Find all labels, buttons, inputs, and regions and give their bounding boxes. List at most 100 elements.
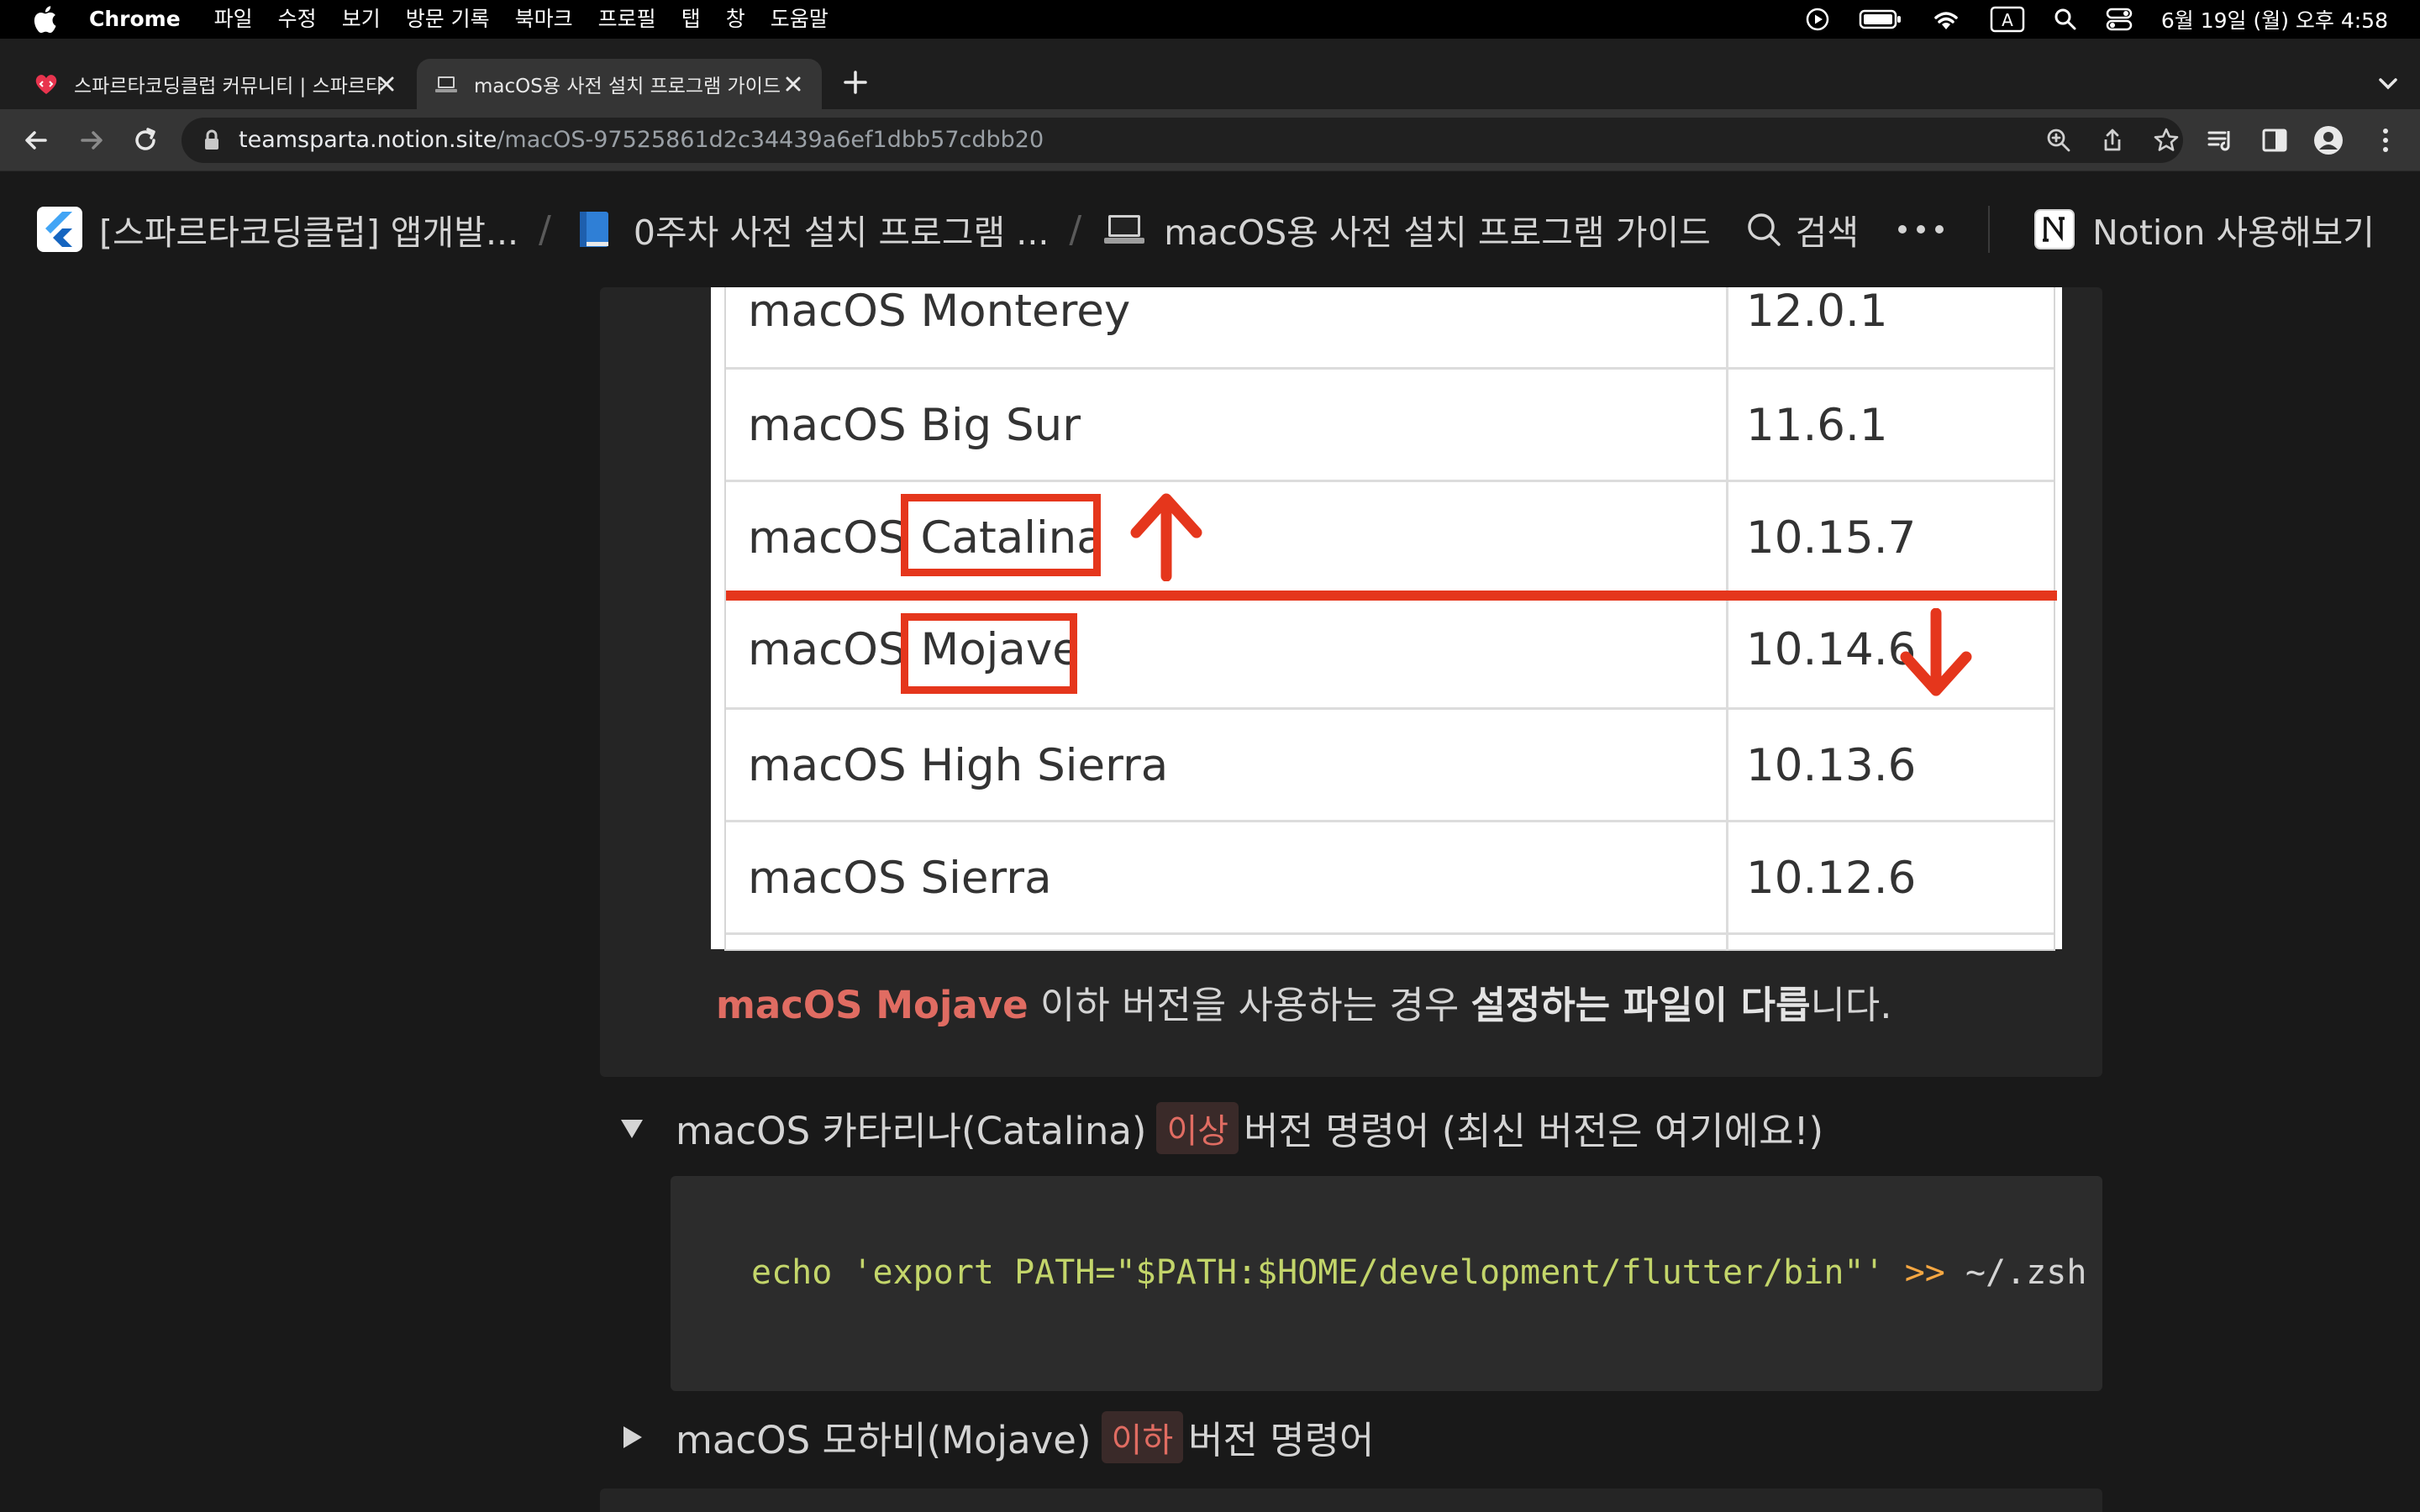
code-operator: >> <box>1904 1253 1945 1292</box>
breadcrumb-item-current[interactable]: macOS용 사전 설치 프로그램 가이드 <box>1102 204 1711 255</box>
apple-logo-icon[interactable] <box>32 5 57 34</box>
share-icon[interactable] <box>2099 127 2126 154</box>
url-text[interactable]: teamsparta.notion.site/macOS-97525861d2c… <box>239 118 1044 163</box>
catalina-highlight-box <box>901 494 1101 576</box>
play-circle-icon[interactable] <box>1805 7 1830 32</box>
os-version: 11.6.1 <box>1746 400 1888 451</box>
page-content: macOS Monterey 12.0.1 macOS Big Sur 11.6… <box>0 287 2420 1512</box>
breadcrumb-label: 0주차 사전 설치 프로그램 ... <box>633 213 1050 253</box>
more-vertical-icon[interactable] <box>2370 124 2402 156</box>
note-text-1: 이하 버전을 사용하는 경우 <box>1028 983 1471 1027</box>
toggle-open-triangle-icon[interactable] <box>618 1115 645 1142</box>
os-version: 10.12.6 <box>1746 853 1917 904</box>
menu-bookmarks[interactable]: 북마크 <box>515 5 573 34</box>
tab-strip: 스파르타코딩클럽 커뮤니티 | 스파르타 macOS용 사전 설치 프로그램 가… <box>0 39 2420 109</box>
os-name-prefix: macOS <box>748 512 907 564</box>
tab-sparta-community[interactable]: 스파르타코딩클럽 커뮤니티 | 스파르타 <box>20 59 415 109</box>
breadcrumb-item-week0[interactable]: 0주차 사전 설치 프로그램 ... <box>571 204 1050 255</box>
divider <box>1988 206 1991 253</box>
menu-view[interactable]: 보기 <box>342 5 381 34</box>
macos-menu-bar: Chrome 파일 수정 보기 방문 기록 북마크 프로필 탭 창 도움말 A … <box>0 0 2420 39</box>
battery-icon[interactable] <box>1859 8 1902 30</box>
table-row: macOS Big Sur 11.6.1 <box>726 370 2054 482</box>
tab-title: 스파르타코딩클럽 커뮤니티 | 스파르타 <box>74 76 384 97</box>
status-area: A 6월 19일 (월) 오후 4:58 <box>1805 0 2388 39</box>
code-string: echo 'export PATH="$PATH:$HOME/developme… <box>751 1253 1885 1292</box>
toggle-mojave[interactable]: macOS 모하비(Mojave) 이하 버전 명령어 <box>618 1410 1374 1464</box>
forward-arrow-icon[interactable] <box>76 124 108 156</box>
spotlight-search-icon[interactable] <box>2054 8 2077 31</box>
close-tab-icon[interactable] <box>373 71 400 97</box>
toggle-title-rest: 버전 명령어 (최신 버전은 여기에요!) <box>1244 1109 1824 1153</box>
menu-edit[interactable]: 수정 <box>278 5 317 34</box>
table-row: macOS Monterey 12.0.1 <box>726 287 2054 370</box>
code-target: ~/.zsh <box>1965 1253 2087 1292</box>
os-version: 10.13.6 <box>1746 740 1917 791</box>
breadcrumb-label: macOS용 사전 설치 프로그램 가이드 <box>1164 213 1711 253</box>
profile-avatar-icon[interactable] <box>2312 124 2344 156</box>
notion-logo-icon[interactable] <box>2032 207 2077 252</box>
toggle-title: macOS 모하비(Mojave) <box>676 1418 1092 1462</box>
breadcrumb-separator: / <box>1069 207 1082 251</box>
highlight-text: macOS Mojave <box>716 983 1028 1027</box>
menu-clock[interactable]: 6월 19일 (월) 오후 4:58 <box>2161 4 2388 34</box>
toggle-catalina[interactable]: macOS 카타리나(Catalina) 이상 버전 명령어 (최신 버전은 여… <box>618 1100 1823 1155</box>
os-name: macOS High Sierra <box>748 740 1169 791</box>
tab-macos-guide[interactable]: macOS용 사전 설치 프로그램 가이드 <box>417 59 822 109</box>
zoom-icon[interactable] <box>2045 127 2072 154</box>
menu-tab[interactable]: 탭 <box>681 5 701 34</box>
menu-file[interactable]: 파일 <box>214 5 253 34</box>
next-code-block <box>600 1488 2102 1512</box>
browser-toolbar: teamsparta.notion.site/macOS-97525861d2c… <box>0 109 2420 171</box>
breadcrumb-item-course[interactable]: [스파르타코딩클럽] 앱개발... <box>37 204 518 255</box>
laptop-icon <box>1104 215 1145 244</box>
menu-profiles[interactable]: 프로필 <box>598 5 656 34</box>
cutoff-red-line <box>726 591 2057 601</box>
mojave-highlight-box <box>901 613 1077 694</box>
blue-book-icon <box>579 212 608 247</box>
side-panel-icon[interactable] <box>2259 124 2291 156</box>
close-tab-icon[interactable] <box>780 71 807 97</box>
bold-text: 설정하는 파일이 다릅 <box>1470 983 1811 1027</box>
wifi-icon[interactable] <box>1931 8 1961 31</box>
control-center-icon[interactable] <box>2106 8 2133 31</box>
flutter-icon <box>37 207 82 252</box>
callout-text: macOS Mojave 이하 버전을 사용하는 경우 설정하는 파일이 다릅니… <box>716 974 1892 1029</box>
os-version: 10.14.6 <box>1746 624 1917 675</box>
os-version: 12.0.1 <box>1746 287 1888 337</box>
tab-title: macOS용 사전 설치 프로그램 가이드 <box>474 76 781 97</box>
new-tab-plus-icon[interactable] <box>839 66 872 99</box>
breadcrumb-separator: / <box>539 207 551 251</box>
up-arrow-icon <box>1130 493 1202 581</box>
bookmark-star-icon[interactable] <box>2153 127 2180 154</box>
reload-icon[interactable] <box>129 124 161 156</box>
search-label: 검색 <box>1795 213 1860 253</box>
breadcrumb: [스파르타코딩클럽] 앱개발... / 0주차 사전 설치 프로그램 ... /… <box>37 171 1711 287</box>
reading-list-icon[interactable] <box>2205 124 2237 156</box>
menu-help[interactable]: 도움말 <box>771 5 829 34</box>
toggle-title-rest: 버전 명령어 <box>1188 1418 1375 1462</box>
menu-window[interactable]: 창 <box>726 5 745 34</box>
code-block[interactable]: echo 'export PATH="$PATH:$HOME/developme… <box>671 1176 2102 1391</box>
down-arrow-icon <box>1900 608 1972 696</box>
lock-icon[interactable] <box>200 129 224 152</box>
app-menus: Chrome 파일 수정 보기 방문 기록 북마크 프로필 탭 창 도움말 <box>89 5 854 34</box>
os-name: macOS Big Sur <box>748 400 1081 451</box>
url-host: teamsparta.notion.site <box>239 127 497 153</box>
os-name-prefix: macOS <box>748 624 907 675</box>
version-table-image: macOS Monterey 12.0.1 macOS Big Sur 11.6… <box>711 287 2062 951</box>
menu-history[interactable]: 방문 기록 <box>406 5 490 34</box>
input-source-icon[interactable]: A <box>1990 6 2025 33</box>
try-notion-link[interactable]: Notion 사용해보기 <box>2092 204 2375 255</box>
tab-search-chevron-icon[interactable] <box>2373 69 2403 99</box>
note-text-2: 니다. <box>1810 983 1892 1027</box>
search-button[interactable]: 검색 <box>1745 204 1859 255</box>
back-arrow-icon[interactable] <box>20 124 52 156</box>
notion-topbar: [스파르타코딩클럽] 앱개발... / 0주차 사전 설치 프로그램 ... /… <box>0 171 2420 287</box>
toggle-closed-triangle-icon[interactable] <box>618 1424 645 1451</box>
menu-app-name[interactable]: Chrome <box>89 5 181 34</box>
address-bar[interactable]: teamsparta.notion.site/macOS-97525861d2c… <box>182 118 2183 163</box>
input-indicator: A <box>2002 10 2013 30</box>
sparta-heart-icon <box>35 75 57 94</box>
more-options-icon[interactable] <box>1896 221 1946 238</box>
